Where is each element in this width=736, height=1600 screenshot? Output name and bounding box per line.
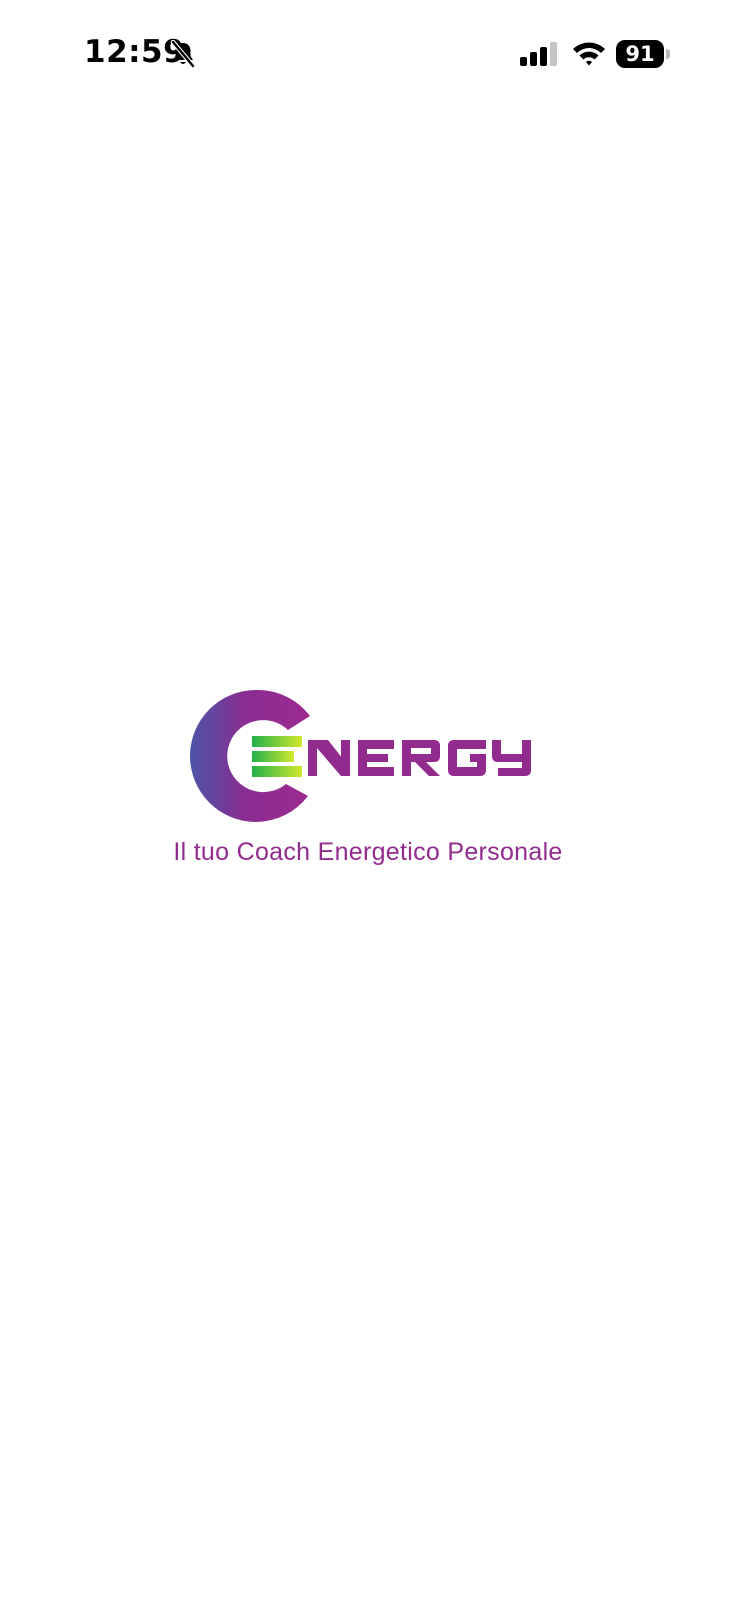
battery-icon: 91 [616, 40, 670, 68]
splash-screen: 12:59 91 Il tuo Coach Energetico Persona… [0, 0, 736, 1600]
battery-level: 91 [625, 42, 655, 66]
logo-letter-y [492, 740, 531, 776]
energy-logo [190, 690, 531, 822]
logo-letter-r [402, 740, 440, 776]
wifi-icon [573, 42, 605, 66]
logo-e-bar-bottom [252, 766, 302, 777]
status-bar: 12:59 91 [0, 0, 736, 110]
logo-e-bar-top [252, 736, 302, 747]
bell-slash-icon [170, 40, 196, 68]
logo-letter-n [308, 740, 350, 776]
cellular-signal-icon [520, 42, 557, 66]
logo-letter-e [358, 740, 394, 776]
tagline: Il tuo Coach Energetico Personale [173, 838, 563, 866]
logo-e-bar-middle [252, 751, 294, 762]
battery-cap [666, 49, 670, 59]
logo-letter-g [448, 740, 486, 776]
